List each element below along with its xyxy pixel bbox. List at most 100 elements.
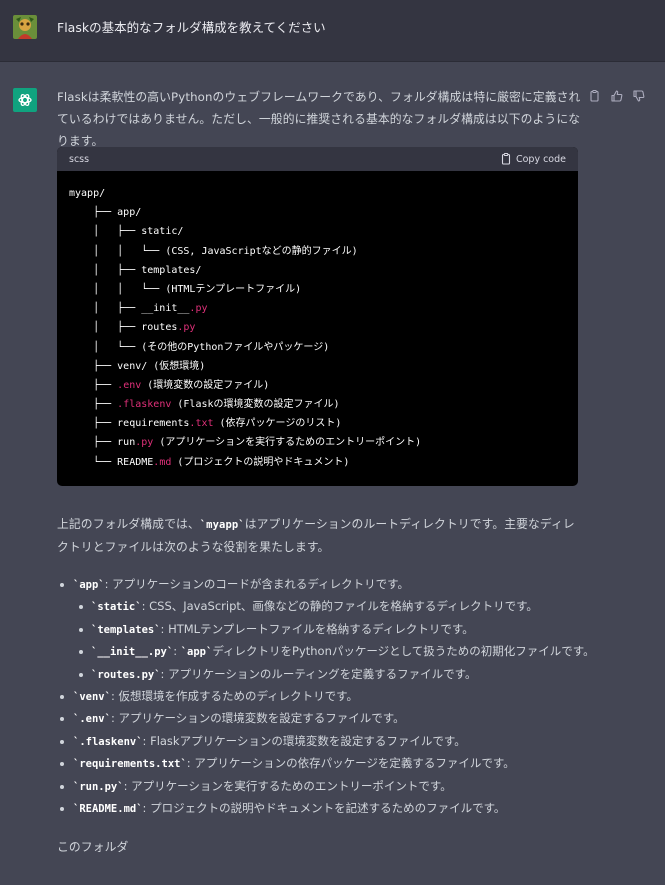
code-line: │ │ └── (HTMLテンプレートファイル) (69, 283, 302, 295)
copy-code-label: Copy code (515, 153, 566, 165)
user-message-row: Flaskの基本的なフォルダ構成を教えてください (0, 0, 665, 62)
bullet-icon (60, 717, 64, 722)
clipboard-icon (501, 153, 511, 165)
trailing-text: このフォルダ (57, 840, 129, 854)
summary-before: 上記のフォルダ構成では、 (57, 517, 200, 531)
list-item-text: : アプリケーションのルーティングを定義するファイルです。 (160, 666, 477, 681)
inline-code: `.flaskenv` (73, 735, 143, 748)
list-item: `static`: CSS、JavaScript、画像などの静的ファイルを格納す… (57, 595, 637, 617)
intro-paragraph: Flaskは柔軟性の高いPythonのウェブフレームワークであり、フォルダ構成は… (57, 90, 581, 148)
inline-code: `templates` (91, 623, 161, 636)
bullet-icon (60, 762, 64, 767)
thumbs-down-icon[interactable] (632, 89, 645, 102)
list-item-text: : プロジェクトの説明やドキュメントを記述するためのファイルです。 (142, 800, 506, 815)
code-extension: .env (117, 379, 142, 391)
code-text: ├── requirements (69, 418, 190, 430)
code-extension: .md (153, 456, 172, 468)
code-extension: .py (135, 437, 154, 449)
inline-code: `app` (73, 579, 105, 591)
list-item-text: : CSS、JavaScript、画像などの静的ファイルを格納するディレクトリで… (141, 599, 538, 614)
code-comment: (プロジェクトの説明やドキュメント) (171, 456, 350, 468)
code-text: │ ├── routes (69, 322, 178, 334)
code-extension: .txt (189, 418, 214, 430)
inline-code: `README.md` (73, 802, 143, 815)
inline-code: `routes.py` (91, 668, 161, 681)
code-text: ├── (69, 379, 118, 391)
list-item-text: : アプリケーションの依存パッケージを定義するファイルです。 (186, 756, 515, 771)
code-line: └── README.md (プロジェクトの説明やドキュメント) (69, 453, 566, 472)
code-line: │ └── (その他のPythonファイルやパッケージ) (69, 341, 330, 353)
list-item-text: ディレクトリをPythonパッケージとして扱うための初期化ファイルです。 (212, 644, 595, 659)
code-extension: .flaskenv (117, 399, 172, 411)
code-line: ├── requirements.txt (依存パッケージのリスト) (69, 414, 566, 433)
code-text: └── README (69, 456, 154, 468)
code-line: ├── .env (環境変数の設定ファイル) (69, 376, 566, 395)
inline-code: `run.py` (73, 780, 124, 793)
code-extension: .py (189, 303, 208, 315)
code-language-label: scss (69, 153, 90, 165)
bullet-icon (79, 605, 83, 610)
code-block: scss Copy code myapp/ ├── app/ │ ├── sta… (57, 147, 578, 486)
bullet-icon (60, 784, 64, 789)
list-item-text: : HTMLテンプレートファイルを格納するディレクトリです。 (160, 621, 474, 636)
inline-code: `.env` (73, 713, 111, 726)
inline-code: `__init__.py` (91, 646, 174, 659)
list-item: `app`: アプリケーションのコードが含まれるディレクトリです。 (57, 573, 637, 595)
summary-paragraph: 上記のフォルダ構成では、`myapp`はアプリケーションのルートディレクトリです… (57, 513, 582, 558)
code-line: │ ├── templates/ (69, 264, 202, 276)
thumbs-up-icon[interactable] (610, 89, 623, 102)
code-line: ├── .flaskenv (Flaskの環境変数の設定ファイル) (69, 395, 566, 414)
list-item: `routes.py`: アプリケーションのルーティングを定義するファイルです。 (57, 663, 637, 685)
code-comment: (Flaskの環境変数の設定ファイル) (171, 399, 340, 411)
code-line: │ │ └── (CSS, JavaScriptなどの静的ファイル) (69, 245, 358, 257)
user-avatar (13, 15, 37, 39)
list-item: `__init__.py`: `app`ディレクトリをPythonパッケージとし… (57, 640, 637, 662)
code-line: │ ├── routes.py (69, 318, 566, 337)
code-text: ├── run (69, 437, 136, 449)
code-line: │ ├── __init__.py (69, 299, 566, 318)
list-item: `requirements.txt`: アプリケーションの依存パッケージを定義す… (57, 752, 637, 774)
code-line: ├── venv/ (仮想環境) (69, 360, 206, 372)
bullet-icon (79, 650, 83, 655)
list-item-text: : 仮想環境を作成するためのディレクトリです。 (110, 688, 359, 703)
list-item-text: : アプリケーションを実行するためのエントリーポイントです。 (123, 778, 452, 793)
openai-logo-icon (18, 93, 32, 107)
code-comment: (環境変数の設定ファイル) (141, 379, 270, 391)
code-line: ├── run.py (アプリケーションを実行するためのエントリーポイント) (69, 433, 566, 452)
list-item: `templates`: HTMLテンプレートファイルを格納するディレクトリです… (57, 618, 637, 640)
bullet-icon (60, 694, 64, 699)
copy-icon[interactable] (588, 89, 601, 102)
list-item-text: : アプリケーションの環境変数を設定するファイルです。 (110, 711, 405, 726)
bullet-icon (60, 806, 64, 811)
inline-code: `app` (180, 646, 213, 659)
list-item: `venv`: 仮想環境を作成するためのディレクトリです。 (57, 685, 637, 707)
code-extension: .py (177, 322, 196, 334)
list-item-text: : アプリケーションのコードが含まれるディレクトリです。 (104, 577, 409, 591)
list-item: `.flaskenv`: Flaskアプリケーションの環境変数を設定するファイル… (57, 730, 637, 752)
assistant-avatar (13, 88, 37, 112)
list-item-text: : Flaskアプリケーションの環境変数を設定するファイルです。 (142, 733, 466, 748)
inline-code: `myapp` (199, 519, 245, 531)
bullet-icon (79, 627, 83, 632)
inline-code: `venv` (73, 690, 111, 703)
code-line: ├── app/ (69, 207, 142, 219)
code-block-header: scss Copy code (57, 147, 578, 171)
code-text: ├── (69, 399, 118, 411)
code-line: myapp/ (69, 188, 106, 199)
bullet-icon (60, 583, 64, 587)
bullet-list: `app`: アプリケーションのコードが含まれるディレクトリです。 `stati… (57, 573, 637, 819)
list-item: `README.md`: プロジェクトの説明やドキュメントを記述するためのファイ… (57, 797, 637, 819)
code-comment: (アプリケーションを実行するためのエントリーポイント) (153, 437, 422, 449)
inline-code: `static` (91, 601, 142, 614)
inline-code: `requirements.txt` (73, 758, 187, 771)
copy-code-button[interactable]: Copy code (501, 153, 566, 165)
user-message-text: Flaskの基本的なフォルダ構成を教えてください (57, 20, 326, 35)
list-item: `.env`: アプリケーションの環境変数を設定するファイルです。 (57, 707, 637, 729)
code-content: myapp/ ├── app/ │ ├── static/ │ │ └── (C… (57, 171, 578, 472)
message-actions (588, 89, 645, 102)
code-line: │ ├── static/ (69, 226, 184, 238)
bullet-icon (79, 672, 83, 677)
list-item: `run.py`: アプリケーションを実行するためのエントリーポイントです。 (57, 775, 637, 797)
list-item-text: : (173, 644, 181, 659)
code-text: │ ├── __init__ (69, 303, 190, 315)
